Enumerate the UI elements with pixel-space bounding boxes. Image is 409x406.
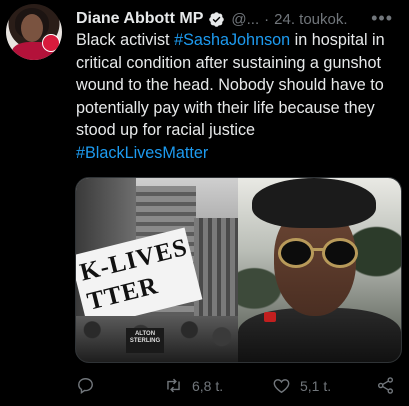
reply-button[interactable] — [76, 376, 104, 395]
portrait-photo[interactable] — [238, 178, 401, 362]
share-icon — [377, 377, 394, 394]
tweet-date[interactable]: 24. toukok. — [274, 11, 347, 28]
avatar[interactable] — [6, 4, 62, 60]
like-count: 5,1 t. — [300, 377, 332, 394]
protest-photo[interactable]: K-LIVES TTER ALTON STERLING — [76, 178, 238, 362]
verified-badge-icon — [209, 11, 225, 27]
author-handle[interactable]: @... — [231, 11, 259, 28]
like-icon — [273, 379, 290, 394]
separator: · — [264, 10, 270, 28]
action-bar: 6,8 t. 5,1 t. — [76, 376, 402, 396]
more-icon[interactable]: ••• — [371, 8, 393, 29]
share-button[interactable] — [376, 376, 395, 395]
tweet[interactable]: Diane Abbott MP @... · 24. toukok. ••• B… — [0, 0, 409, 406]
reply-icon — [78, 378, 93, 394]
author-name[interactable]: Diane Abbott MP — [76, 10, 203, 28]
retweet-icon — [167, 378, 180, 393]
tweet-text-part: Black activist — [76, 31, 175, 49]
retweet-button[interactable]: 6,8 t. — [164, 376, 223, 395]
hashtag-link[interactable]: #BlackLivesMatter — [76, 144, 208, 162]
media-grid: K-LIVES TTER ALTON STERLING — [75, 177, 402, 363]
tweet-header: Diane Abbott MP @... · 24. toukok. ••• — [76, 8, 403, 30]
tweet-text: Black activist #SashaJohnson in hospital… — [76, 29, 402, 165]
hashtag-link[interactable]: #SashaJohnson — [174, 31, 290, 49]
protest-sign: ALTON STERLING — [126, 328, 164, 353]
like-button[interactable]: 5,1 t. — [272, 376, 331, 395]
retweet-count: 6,8 t. — [192, 377, 224, 394]
